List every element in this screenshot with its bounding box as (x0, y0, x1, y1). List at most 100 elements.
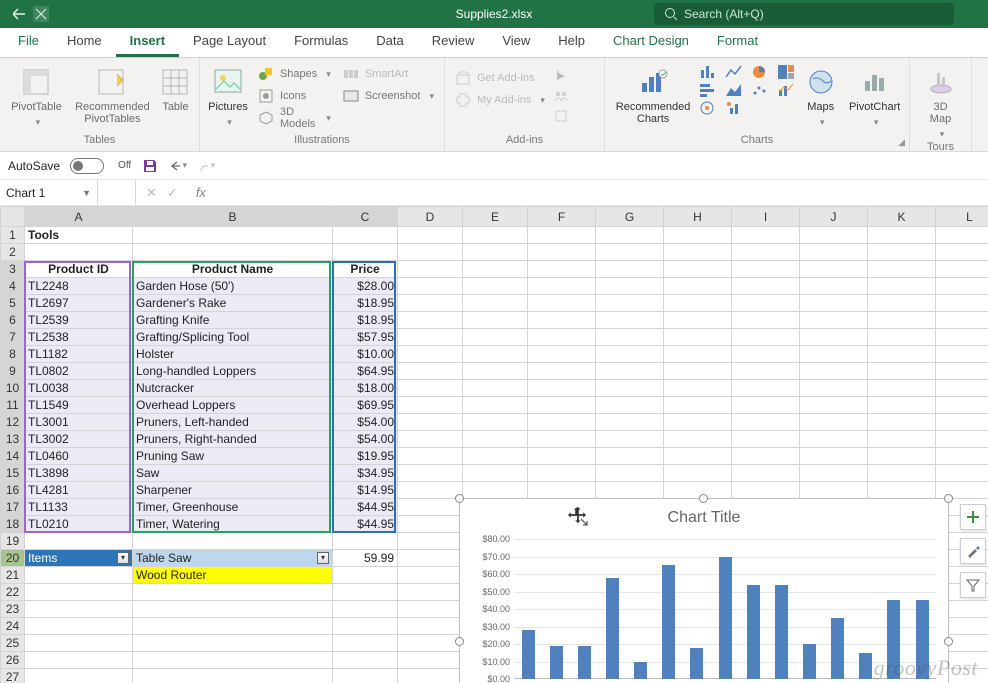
tab-pagelayout[interactable]: Page Layout (179, 27, 280, 57)
stock-chart-icon[interactable] (699, 100, 717, 116)
cell[interactable] (664, 363, 732, 380)
cell[interactable]: $28.00 (333, 278, 398, 295)
cell[interactable] (528, 448, 596, 465)
chart-bar[interactable] (690, 648, 703, 680)
cell[interactable] (596, 380, 664, 397)
cell[interactable] (528, 363, 596, 380)
row-header[interactable]: 13 (1, 431, 25, 448)
row-header[interactable]: 11 (1, 397, 25, 414)
cell[interactable] (664, 244, 732, 261)
cell[interactable] (463, 482, 528, 499)
cell[interactable]: Pruners, Right-handed (133, 431, 333, 448)
cell[interactable]: $19.95 (333, 448, 398, 465)
cell[interactable]: 59.99 (333, 550, 398, 567)
cell[interactable] (398, 244, 463, 261)
cell[interactable] (463, 244, 528, 261)
cell[interactable]: $14.95 (333, 482, 398, 499)
cell[interactable] (800, 448, 868, 465)
cell[interactable] (528, 329, 596, 346)
cell[interactable]: TL2539 (25, 312, 133, 329)
row-header[interactable]: 12 (1, 414, 25, 431)
cell[interactable] (463, 448, 528, 465)
cell[interactable] (596, 346, 664, 363)
cell[interactable]: TL2538 (25, 329, 133, 346)
cell[interactable] (133, 227, 333, 244)
cell[interactable] (596, 244, 664, 261)
chart-bar[interactable] (803, 644, 816, 679)
cell[interactable] (25, 635, 133, 652)
cell[interactable]: TL3001 (25, 414, 133, 431)
chart-bar[interactable] (859, 653, 872, 679)
row-header[interactable]: 8 (1, 346, 25, 363)
cell[interactable] (868, 278, 936, 295)
column-chart-icon[interactable] (699, 64, 717, 80)
cell[interactable] (868, 363, 936, 380)
cell[interactable] (868, 431, 936, 448)
cell[interactable] (398, 312, 463, 329)
cell[interactable] (596, 295, 664, 312)
cell[interactable]: Wood Router (133, 567, 333, 584)
cell[interactable] (732, 363, 800, 380)
cell[interactable]: Garden Hose (50') (133, 278, 333, 295)
cell[interactable] (133, 669, 333, 683)
my-addins-button[interactable]: My Add-ins▾ (451, 90, 549, 110)
row-header[interactable]: 14 (1, 448, 25, 465)
cell[interactable] (398, 516, 463, 533)
autosave-toggle[interactable] (70, 158, 104, 174)
cell[interactable] (528, 465, 596, 482)
cell[interactable] (463, 261, 528, 278)
cell[interactable] (596, 397, 664, 414)
cell[interactable] (333, 635, 398, 652)
combo-chart-icon[interactable] (777, 82, 795, 98)
cell[interactable]: Nutcracker (133, 380, 333, 397)
cell[interactable] (596, 414, 664, 431)
cell[interactable]: TL0038 (25, 380, 133, 397)
chart-filter-button[interactable] (960, 572, 986, 598)
pivottable-button[interactable]: PivotTable▾ (6, 64, 67, 128)
pie-chart-icon[interactable] (751, 64, 769, 80)
cell[interactable] (868, 227, 936, 244)
cell[interactable] (25, 601, 133, 618)
cell[interactable] (868, 295, 936, 312)
undo-icon[interactable]: ▾ (169, 157, 187, 175)
cell[interactable]: Product ID (25, 261, 133, 278)
cell[interactable] (398, 329, 463, 346)
cell[interactable] (528, 431, 596, 448)
cell[interactable] (596, 482, 664, 499)
cell[interactable] (596, 431, 664, 448)
chart-bar[interactable] (719, 557, 732, 679)
cell[interactable]: TL3898 (25, 465, 133, 482)
cell[interactable]: Product Name (133, 261, 333, 278)
cell[interactable]: TL1182 (25, 346, 133, 363)
cell[interactable]: $10.00 (333, 346, 398, 363)
cell[interactable] (463, 227, 528, 244)
row-header[interactable]: 3 (1, 261, 25, 278)
cell[interactable] (936, 261, 988, 278)
cell[interactable] (398, 499, 463, 516)
cell[interactable]: $18.00 (333, 380, 398, 397)
cell[interactable] (463, 363, 528, 380)
cell[interactable] (333, 618, 398, 635)
cell[interactable] (868, 465, 936, 482)
row-header[interactable]: 18 (1, 516, 25, 533)
cell[interactable] (800, 312, 868, 329)
recommended-pivot-button[interactable]: Recommended PivotTables (71, 64, 154, 125)
line-chart-icon[interactable] (725, 64, 743, 80)
cell[interactable] (398, 346, 463, 363)
visio-icon[interactable] (553, 108, 569, 124)
cell[interactable] (398, 363, 463, 380)
cell[interactable]: Timer, Watering (133, 516, 333, 533)
col-header[interactable]: B (133, 207, 333, 227)
cell[interactable] (25, 669, 133, 683)
cell[interactable]: Table Saw▾ (133, 550, 333, 567)
cell[interactable] (800, 278, 868, 295)
name-box[interactable]: Chart 1▼ (0, 180, 98, 205)
cell[interactable]: $44.95 (333, 516, 398, 533)
col-header[interactable]: C (333, 207, 398, 227)
cell[interactable] (133, 584, 333, 601)
cell[interactable] (25, 567, 133, 584)
cell[interactable] (398, 533, 463, 550)
cell[interactable] (133, 635, 333, 652)
cell[interactable] (664, 278, 732, 295)
cell[interactable] (868, 346, 936, 363)
